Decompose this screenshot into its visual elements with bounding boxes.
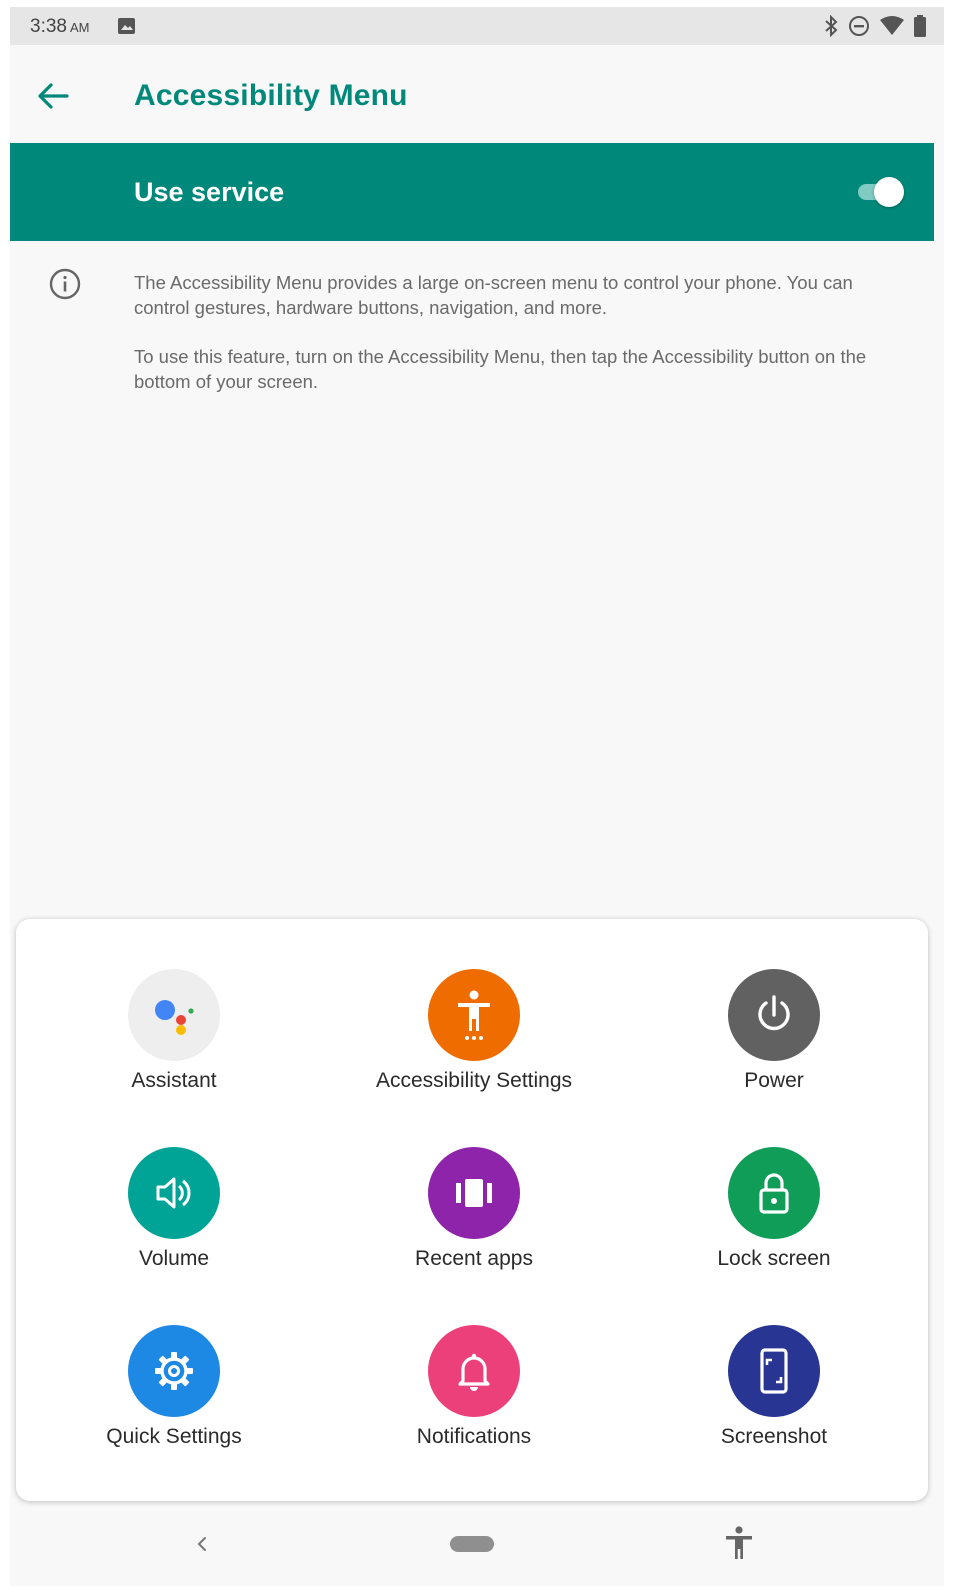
- accessibility-button-icon[interactable]: [724, 1525, 754, 1561]
- menu-item-lock-screen[interactable]: Lock screen: [624, 1147, 924, 1297]
- menu-item-label: Quick Settings: [106, 1425, 242, 1448]
- volume-icon: [128, 1147, 220, 1239]
- back-chevron-icon[interactable]: [188, 1529, 218, 1559]
- description-paragraph-2: To use this feature, turn on the Accessi…: [134, 346, 867, 392]
- menu-item-label: Screenshot: [720, 1425, 828, 1448]
- description-paragraph-1: The Accessibility Menu provides a large …: [134, 272, 853, 318]
- use-service-row[interactable]: Use service: [10, 143, 934, 241]
- status-time-value: 3:38: [30, 16, 67, 37]
- back-button[interactable]: [32, 75, 74, 117]
- use-service-label: Use service: [134, 177, 285, 207]
- status-icons: [824, 15, 926, 37]
- wifi-icon: [880, 16, 904, 35]
- home-pill-icon[interactable]: [450, 1536, 494, 1552]
- menu-item-label: Assistant: [131, 1069, 217, 1092]
- menu-item-recent-apps[interactable]: Recent apps: [324, 1147, 624, 1297]
- menu-item-power[interactable]: Power: [624, 969, 924, 1119]
- status-time: 3:38 AM: [30, 16, 89, 38]
- lock-icon: [728, 1147, 820, 1239]
- menu-item-volume[interactable]: Volume: [24, 1147, 324, 1297]
- assistant-icon: [128, 969, 220, 1061]
- settings-gear-icon: [128, 1325, 220, 1417]
- screenshot-icon: [728, 1325, 820, 1417]
- menu-item-notifications[interactable]: Notifications: [324, 1325, 624, 1475]
- status-ampm: AM: [69, 20, 90, 35]
- description: The Accessibility Menu provides a large …: [134, 270, 904, 418]
- accessibility-icon: [428, 969, 520, 1061]
- menu-item-label: Lock screen: [717, 1247, 831, 1270]
- battery-icon: [914, 15, 926, 37]
- recent-apps-icon: [428, 1147, 520, 1239]
- app-bar: Accessibility Menu: [10, 45, 944, 149]
- arrow-back-icon: [38, 83, 69, 109]
- info-icon: [49, 268, 81, 300]
- menu-item-quick-settings[interactable]: Quick Settings: [24, 1325, 324, 1475]
- menu-item-label: Volume: [138, 1247, 210, 1270]
- menu-item-assistant[interactable]: Assistant: [24, 969, 324, 1119]
- page-title: Accessibility Menu: [134, 79, 408, 112]
- image-icon: [118, 18, 135, 34]
- status-bar: 3:38 AM: [10, 7, 944, 45]
- menu-item-label: Notifications: [416, 1425, 532, 1448]
- use-service-toggle[interactable]: [856, 175, 906, 209]
- toggle-thumb: [874, 177, 904, 207]
- accessibility-menu-panel: Assistant Accessibility Settings Power V…: [16, 919, 928, 1501]
- menu-item-label: Accessibility Settings: [375, 1069, 573, 1092]
- screen: 3:38 AM Accessibility Menu Use service T…: [10, 7, 944, 1586]
- menu-item-accessibility-settings[interactable]: Accessibility Settings: [324, 969, 624, 1119]
- power-icon: [728, 969, 820, 1061]
- navigation-bar: [10, 1507, 944, 1586]
- do-not-disturb-icon: [849, 16, 869, 36]
- bell-icon: [428, 1325, 520, 1417]
- bluetooth-icon: [825, 15, 838, 37]
- menu-item-label: Recent apps: [415, 1247, 533, 1270]
- menu-item-label: Power: [744, 1069, 804, 1092]
- menu-item-screenshot[interactable]: Screenshot: [624, 1325, 924, 1475]
